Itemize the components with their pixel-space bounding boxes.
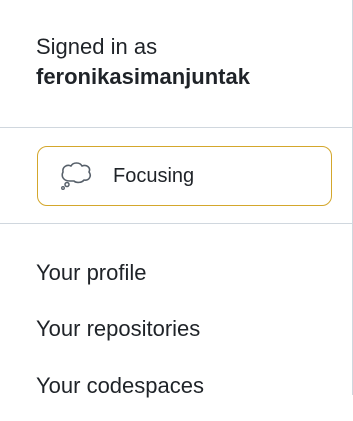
thought-bubble-icon (61, 162, 91, 190)
menu-item-your-repositories[interactable]: Your repositories (36, 314, 200, 344)
divider (0, 223, 353, 224)
user-dropdown-menu: Signed in as feronikasimanjuntak Focusin… (0, 0, 353, 398)
set-status-button[interactable]: Focusing (37, 146, 332, 206)
signed-in-label: Signed in as (36, 34, 158, 59)
status-label: Focusing (113, 165, 195, 187)
menu-item-your-profile[interactable]: Your profile (36, 258, 146, 288)
username[interactable]: feronikasimanjuntak (36, 62, 336, 92)
divider (0, 127, 353, 128)
signed-in-header: Signed in as feronikasimanjuntak (36, 32, 336, 92)
menu-item-your-codespaces[interactable]: Your codespaces (36, 371, 204, 401)
